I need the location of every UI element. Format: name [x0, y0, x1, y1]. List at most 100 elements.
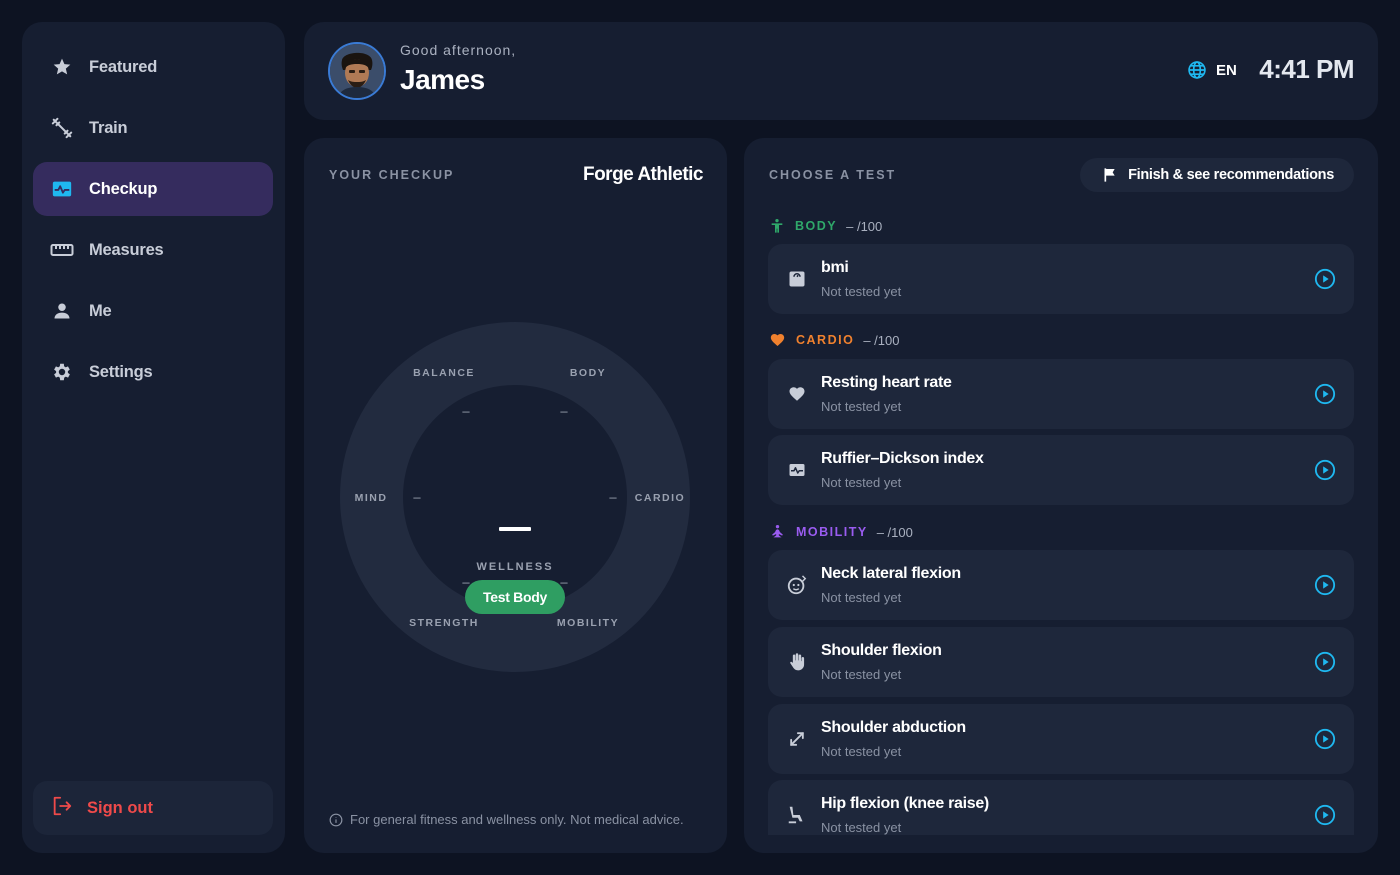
wheel-label-mobility: MOBILITY: [556, 617, 620, 629]
disclaimer-text: For general fitness and wellness only. N…: [350, 812, 684, 827]
category-name: BODY: [795, 219, 838, 233]
test-title: bmi: [821, 259, 849, 276]
disclaimer: For general fitness and wellness only. N…: [329, 812, 684, 827]
test-status: Not tested yet: [821, 820, 902, 835]
language-selector[interactable]: EN: [1187, 60, 1237, 80]
wheel-label-body: BODY: [569, 367, 607, 379]
test-status: Not tested yet: [821, 475, 902, 490]
wheel-value-cardio: –: [609, 489, 617, 505]
category-header-body: BODY – /100: [769, 217, 882, 235]
wellness-score-placeholder: [499, 527, 531, 531]
avatar[interactable]: [328, 42, 386, 100]
category-score: – /100: [863, 332, 900, 348]
sidebar-item-checkup[interactable]: Checkup: [33, 162, 273, 216]
tests-panel: CHOOSE A TEST Finish & see recommendatio…: [744, 138, 1378, 853]
sidebar-item-label: Train: [89, 118, 128, 137]
category-name: CARDIO: [796, 333, 855, 347]
heart-icon: [770, 334, 785, 346]
wellness-label: WELLNESS: [476, 561, 554, 573]
sidebar-item-label: Featured: [89, 57, 158, 76]
signout-button[interactable]: Sign out: [33, 781, 273, 835]
sidebar-item-label: Me: [89, 301, 112, 320]
category-score: – /100: [876, 524, 913, 540]
sidebar-item-label: Settings: [89, 362, 153, 381]
globe-icon: [1187, 60, 1207, 80]
scale-icon: [785, 267, 809, 291]
category-score: – /100: [846, 218, 883, 234]
test-status: Not tested yet: [821, 399, 902, 414]
finish-recommendations-button[interactable]: Finish & see recommendations: [1080, 158, 1354, 192]
sidebar-item-train[interactable]: Train: [33, 101, 273, 155]
language-code: EN: [1216, 61, 1237, 79]
gym-name: Forge Athletic: [582, 164, 704, 185]
test-status: Not tested yet: [821, 284, 902, 299]
signout-label: Sign out: [87, 798, 153, 817]
expand-arrows-icon: [785, 727, 809, 751]
sidebar-item-label: Measures: [89, 240, 164, 259]
play-icon[interactable]: [1314, 383, 1336, 405]
wheel-label-mind: MIND: [354, 492, 388, 504]
wheel-label-cardio: CARDIO: [634, 492, 686, 504]
test-title: Shoulder flexion: [821, 642, 942, 659]
category-header-cardio: CARDIO – /100: [769, 332, 899, 348]
test-status: Not tested yet: [821, 744, 902, 759]
test-card-shoulder-abduction[interactable]: Shoulder abduction Not tested yet: [768, 704, 1354, 774]
test-title: Neck lateral flexion: [821, 565, 961, 582]
play-icon[interactable]: [1314, 804, 1336, 826]
play-icon[interactable]: [1314, 268, 1336, 290]
checkup-panel: YOUR CHECKUP Forge Athletic BALANCE BODY…: [304, 138, 727, 853]
play-icon[interactable]: [1314, 574, 1336, 596]
dumbbell-icon: [50, 116, 74, 140]
star-icon: [50, 55, 74, 79]
monitor-heart-icon: [50, 177, 74, 201]
wheel-label-strength: STRENGTH: [409, 617, 479, 629]
test-title: Hip flexion (knee raise): [821, 795, 989, 812]
play-icon[interactable]: [1314, 459, 1336, 481]
face-icon: [785, 573, 809, 597]
heart-icon: [785, 382, 809, 406]
body-icon: [771, 219, 783, 233]
sidebar-item-featured[interactable]: Featured: [33, 40, 273, 94]
logout-icon: [51, 795, 73, 822]
test-status: Not tested yet: [821, 667, 902, 682]
finish-label: Finish & see recommendations: [1128, 167, 1334, 183]
info-icon: [329, 813, 343, 826]
clock: 4:41 PM: [1259, 54, 1354, 84]
test-body-button[interactable]: Test Body: [465, 580, 565, 614]
monitor-heart-icon: [785, 458, 809, 482]
wheel-value-balance: –: [462, 403, 470, 419]
sidebar-item-me[interactable]: Me: [33, 284, 273, 338]
wellness-wheel: BALANCE BODY MIND CARDIO STRENGTH MOBILI…: [340, 322, 690, 672]
greeting-text: Good afternoon,: [400, 42, 517, 58]
category-header-mobility: MOBILITY – /100: [769, 524, 913, 540]
test-card-shoulder-flexion[interactable]: Shoulder flexion Not tested yet: [768, 627, 1354, 697]
sidebar-item-settings[interactable]: Settings: [33, 345, 273, 399]
sidebar-item-label: Checkup: [89, 179, 158, 198]
test-title: Resting heart rate: [821, 374, 952, 391]
category-name: MOBILITY: [796, 525, 868, 539]
play-icon[interactable]: [1314, 651, 1336, 673]
hand-icon: [785, 650, 809, 674]
test-title: Shoulder abduction: [821, 719, 966, 736]
section-label: YOUR CHECKUP: [329, 168, 455, 182]
test-card-bmi[interactable]: bmi Not tested yet: [768, 244, 1354, 314]
seat-icon: [785, 803, 809, 827]
yoga-icon: [772, 525, 783, 538]
test-card-ruffier-dickson[interactable]: Ruffier–Dickson index Not tested yet: [768, 435, 1354, 505]
user-name: James: [400, 64, 485, 95]
wheel-center: – – – – – – WELLNESS Test Body: [403, 385, 627, 614]
test-card-neck-lateral-flexion[interactable]: Neck lateral flexion Not tested yet: [768, 550, 1354, 620]
test-card-resting-heart-rate[interactable]: Resting heart rate Not tested yet: [768, 359, 1354, 429]
test-title: Ruffier–Dickson index: [821, 450, 984, 467]
wheel-label-balance: BALANCE: [413, 367, 475, 379]
ruler-icon: [50, 238, 74, 262]
sidebar-item-measures[interactable]: Measures: [33, 223, 273, 277]
test-status: Not tested yet: [821, 590, 902, 605]
wheel-value-mind: –: [413, 489, 421, 505]
person-icon: [50, 299, 74, 323]
flag-icon: [1104, 168, 1115, 182]
sidebar: Featured Train Checkup Measures Me Setti…: [22, 22, 285, 853]
header: Good afternoon, James EN 4:41 PM: [304, 22, 1378, 120]
play-icon[interactable]: [1314, 728, 1336, 750]
gear-icon: [50, 360, 74, 384]
